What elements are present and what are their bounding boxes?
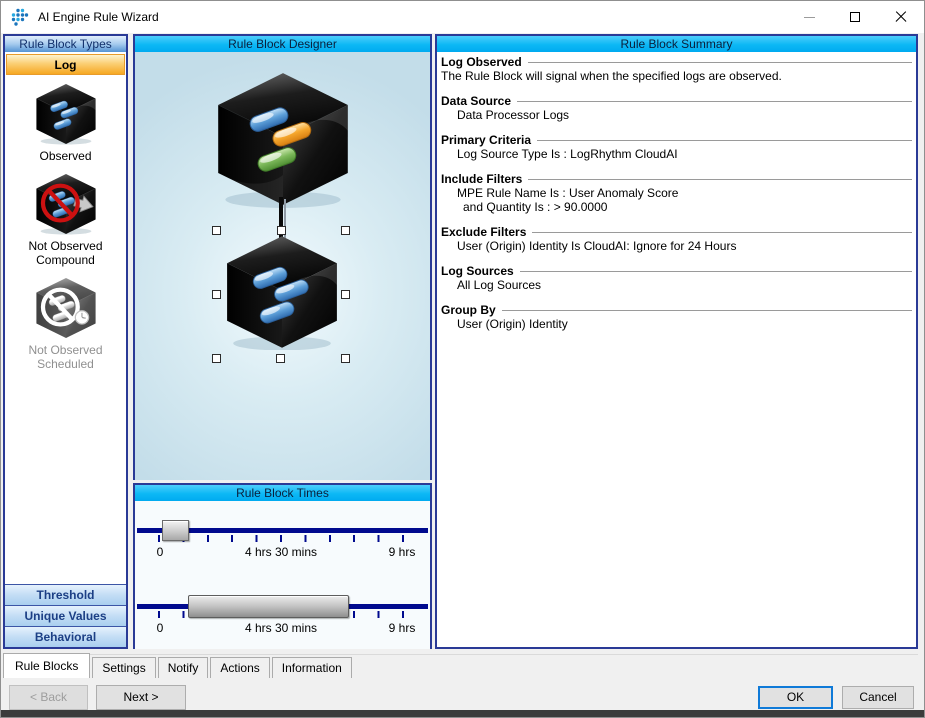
- selection-handle-top-center[interactable]: [277, 226, 286, 235]
- tab-notify[interactable]: Notify: [158, 657, 209, 678]
- section-title: Group By: [441, 303, 496, 317]
- summary-section-group-by: Group By User (Origin) Identity: [441, 303, 912, 331]
- section-line: The Rule Block will signal when the spec…: [441, 69, 912, 83]
- slider-label-mid: 4 hrs 30 mins: [245, 621, 317, 635]
- next-button[interactable]: Next >: [96, 685, 186, 710]
- ai-engine-rule-wizard-window: AI Engine Rule Wizard Rule Block Types L…: [0, 0, 925, 718]
- rule-block-types-header: Rule Block Types: [5, 36, 126, 52]
- not-observed-scheduled-cube-icon: [33, 277, 99, 339]
- close-icon: [895, 11, 907, 23]
- rule-block-times-header: Rule Block Times: [135, 485, 430, 501]
- minimize-icon: [804, 17, 815, 18]
- close-button[interactable]: [878, 1, 924, 33]
- maximize-icon: [850, 12, 860, 22]
- back-button[interactable]: < Back: [9, 685, 88, 710]
- logrhythm-dots-logo-icon: [10, 7, 30, 27]
- not-observed-compound-cube-icon: [33, 173, 99, 235]
- designer-cube-selected[interactable]: [221, 234, 343, 350]
- section-line: and Quantity Is : > 90.0000: [441, 200, 912, 214]
- section-line: User (Origin) Identity: [441, 317, 912, 331]
- category-stack: Threshold Unique Values Behavioral: [5, 584, 126, 647]
- designer-canvas[interactable]: [135, 52, 430, 480]
- rule-block-designer-header: Rule Block Designer: [135, 36, 430, 52]
- section-title: Exclude Filters: [441, 225, 526, 239]
- type-item-not-observed-compound[interactable]: Not Observed Compound: [5, 173, 126, 267]
- tab-actions[interactable]: Actions: [210, 657, 269, 678]
- summary-section-primary-criteria: Primary Criteria Log Source Type Is : Lo…: [441, 133, 912, 161]
- time-slider-1: 0 4 hrs 30 mins 9 hrs: [135, 501, 430, 571]
- slider-range-bar[interactable]: [188, 595, 349, 618]
- selection-handle-bottom-right[interactable]: [341, 354, 350, 363]
- summary-section-log-sources: Log Sources All Log Sources: [441, 264, 912, 292]
- tab-rule-blocks[interactable]: Rule Blocks: [3, 653, 90, 678]
- section-line: MPE Rule Name Is : User Anomaly Score: [441, 186, 912, 200]
- summary-body: Log Observed The Rule Block will signal …: [437, 52, 916, 331]
- titlebar: AI Engine Rule Wizard: [1, 1, 924, 33]
- selection-handle-mid-right[interactable]: [341, 290, 350, 299]
- section-title: Include Filters: [441, 172, 522, 186]
- section-rule-line: [537, 140, 912, 142]
- type-item-label: Not Observed Compound: [28, 239, 102, 267]
- section-rule-line: [532, 232, 912, 234]
- section-title: Log Sources: [441, 264, 514, 278]
- maximize-button[interactable]: [832, 1, 878, 33]
- section-line: User (Origin) Identity Is CloudAI: Ignor…: [441, 239, 912, 253]
- type-item-label: Not Observed Scheduled: [28, 343, 102, 371]
- section-rule-line: [528, 62, 912, 64]
- rule-block-type-list: Observed Not Observed: [5, 75, 126, 371]
- observed-cube-icon: [33, 83, 99, 145]
- slider-label-min: 0: [157, 621, 164, 635]
- slider-label-mid: 4 hrs 30 mins: [245, 545, 317, 559]
- slider-label-max: 9 hrs: [389, 545, 416, 559]
- slider-thumb[interactable]: [162, 520, 189, 541]
- summary-section-log-observed: Log Observed The Rule Block will signal …: [441, 55, 912, 83]
- section-line: Log Source Type Is : LogRhythm CloudAI: [441, 147, 912, 161]
- slider-ticks: [158, 535, 404, 542]
- tab-settings[interactable]: Settings: [92, 657, 155, 678]
- section-rule-line: [502, 310, 912, 312]
- category-behavioral-button[interactable]: Behavioral: [5, 626, 126, 647]
- taskbar-edge-strip: [1, 710, 924, 717]
- rule-block-designer-panel: Rule Block Designer: [133, 34, 432, 480]
- time-slider-2: 0 4 hrs 30 mins 9 hrs: [135, 577, 430, 647]
- section-rule-line: [528, 179, 912, 181]
- summary-section-exclude-filters: Exclude Filters User (Origin) Identity I…: [441, 225, 912, 253]
- selection-handle-mid-left[interactable]: [212, 290, 221, 299]
- times-body: 0 4 hrs 30 mins 9 hrs 0 4 hrs 30 mins 9 …: [135, 501, 430, 649]
- type-item-not-observed-scheduled: Not Observed Scheduled: [5, 277, 126, 371]
- rule-block-summary-header: Rule Block Summary: [437, 36, 916, 52]
- window-title: AI Engine Rule Wizard: [38, 10, 159, 24]
- rule-block-types-panel: Rule Block Types Log: [3, 34, 128, 649]
- wizard-tabstrip: Rule Blocks Settings Notify Actions Info…: [3, 653, 354, 678]
- summary-section-include-filters: Include Filters MPE Rule Name Is : User …: [441, 172, 912, 214]
- rule-block-times-panel: Rule Block Times 0 4 hrs 30 mins 9 hrs 0…: [133, 483, 432, 649]
- slider-label-min: 0: [157, 545, 164, 559]
- category-threshold-button[interactable]: Threshold: [5, 584, 126, 605]
- selection-handle-bottom-center[interactable]: [276, 354, 285, 363]
- slider-label-max: 9 hrs: [389, 621, 416, 635]
- section-rule-line: [520, 271, 912, 273]
- type-item-label: Observed: [39, 149, 91, 163]
- section-title: Log Observed: [441, 55, 522, 69]
- category-unique-values-button[interactable]: Unique Values: [5, 605, 126, 626]
- section-line: All Log Sources: [441, 278, 912, 292]
- minimize-button[interactable]: [786, 1, 832, 33]
- type-item-observed[interactable]: Observed: [5, 83, 126, 163]
- category-log-button[interactable]: Log: [6, 54, 125, 75]
- selection-handle-top-right[interactable]: [341, 226, 350, 235]
- rule-block-summary-panel: Rule Block Summary Log Observed The Rule…: [435, 34, 918, 649]
- cancel-button[interactable]: Cancel: [842, 686, 914, 709]
- designer-cube-observed[interactable]: [211, 68, 355, 210]
- tab-information[interactable]: Information: [272, 657, 352, 678]
- selection-handle-bottom-left[interactable]: [212, 354, 221, 363]
- section-title: Data Source: [441, 94, 511, 108]
- section-line: Data Processor Logs: [441, 108, 912, 122]
- summary-section-data-source: Data Source Data Processor Logs: [441, 94, 912, 122]
- section-title: Primary Criteria: [441, 133, 531, 147]
- window-controls: [786, 1, 924, 33]
- section-rule-line: [517, 101, 912, 103]
- selection-handle-top-left[interactable]: [212, 226, 221, 235]
- ok-button[interactable]: OK: [758, 686, 833, 709]
